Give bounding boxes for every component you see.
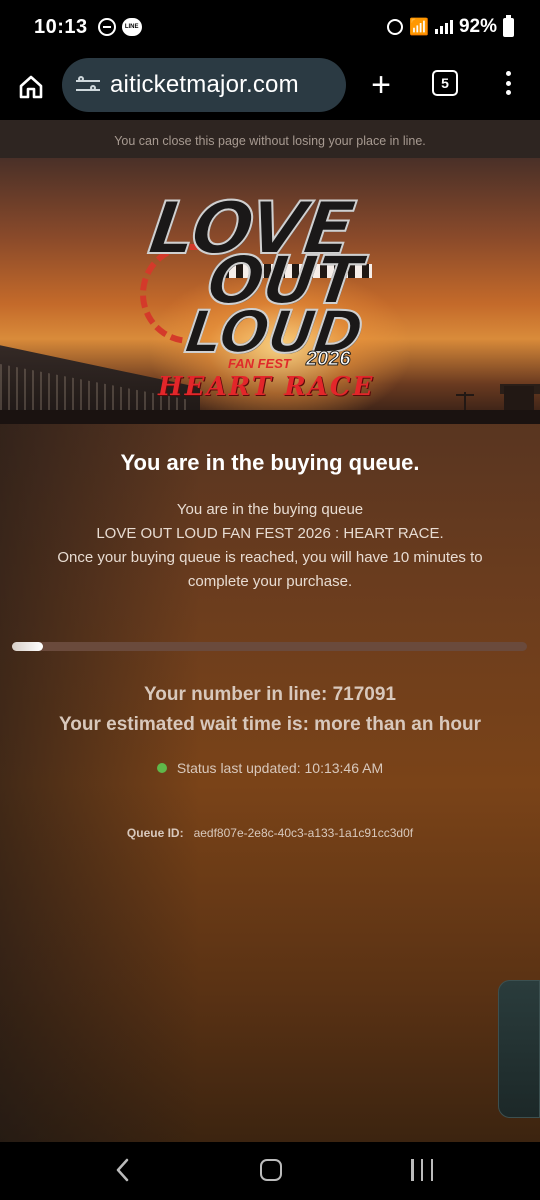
home-square-icon[interactable]: [260, 1159, 282, 1181]
queue-id-value: aedf807e-2e8c-40c3-a133-1a1c91cc3d0f: [193, 826, 414, 840]
floating-side-widget[interactable]: [498, 980, 540, 1118]
tune-icon[interactable]: [76, 75, 100, 95]
queue-info-section: You are in the buying queue. You are in …: [0, 450, 540, 1142]
more-vert-icon[interactable]: [500, 68, 516, 98]
address-bar[interactable]: aiticketmajor.com: [62, 58, 346, 112]
number-in-line: Your number in line: 717091: [143, 684, 396, 705]
queue-title: You are in the buying queue.: [120, 450, 420, 475]
recents-icon[interactable]: [411, 1159, 433, 1181]
new-tab-button[interactable]: +: [364, 60, 398, 110]
queue-id-row: Queue ID: aedf807e-2e8c-40c3-a133-1a1c91…: [0, 826, 540, 840]
battery-icon: [503, 14, 514, 37]
status-updated-text: Status last updated: 10:13:46 AM: [176, 760, 384, 776]
estimated-wait-time: Your estimated wait time is: more than a…: [59, 714, 481, 735]
tab-switcher-button[interactable]: 5: [432, 70, 458, 96]
do-not-disturb-icon: [97, 18, 116, 36]
status-system-icons: 📶 92%: [387, 14, 514, 38]
logo-heart-race: HEART RACE: [158, 372, 375, 402]
queue-progress-fill: [12, 642, 43, 651]
url-text[interactable]: aiticketmajor.com: [110, 71, 299, 99]
queue-text-block: You are in the buying queue. You are in …: [0, 450, 540, 594]
battery-percent: 92%: [458, 16, 497, 37]
status-time: 10:13: [34, 15, 88, 38]
home-icon: [19, 75, 43, 99]
system-nav-bar: [0, 1142, 540, 1200]
status-update-row: Status last updated: 10:13:46 AM: [0, 760, 540, 776]
status-notification-icons: LINE: [97, 18, 142, 36]
line-app-icon: LINE: [121, 18, 142, 36]
back-icon[interactable]: [112, 1157, 134, 1183]
banner-pole-bar: [456, 394, 474, 396]
queue-progress-bar: [12, 642, 527, 651]
logo-year: 2026: [306, 348, 351, 371]
queue-description-line: LOVE OUT LOUD FAN FEST 2026 : HEART RACE…: [96, 525, 444, 542]
queue-description: You are in the buying queue LOVE OUT LOU…: [28, 498, 512, 594]
browser-home-button[interactable]: [0, 54, 62, 120]
close-page-note: You can close this page without losing y…: [0, 120, 540, 158]
wifi-icon: 📶: [409, 19, 429, 36]
event-logo: LOVE OUT LOUD FAN FEST 2026 HEART RACE: [138, 185, 398, 404]
banner-track: [0, 410, 540, 424]
queue-page: You can close this page without losing y…: [0, 120, 540, 1142]
queue-description-line: You are in the buying queue: [176, 501, 364, 518]
queue-description-line: Once your buying queue is reached, you w…: [57, 549, 483, 590]
browser-toolbar: aiticketmajor.com + 5: [0, 54, 540, 120]
queue-id-label: Queue ID:: [126, 826, 184, 840]
status-bar: 10:13 LINE 📶 92%: [0, 0, 540, 54]
logo-fan-fest: FAN FEST: [228, 356, 291, 371]
signal-icon: [434, 20, 453, 34]
status-indicator-dot: [156, 763, 167, 773]
event-banner: LOVE OUT LOUD FAN FEST 2026 HEART RACE: [0, 158, 540, 424]
alarm-icon: [387, 19, 404, 35]
